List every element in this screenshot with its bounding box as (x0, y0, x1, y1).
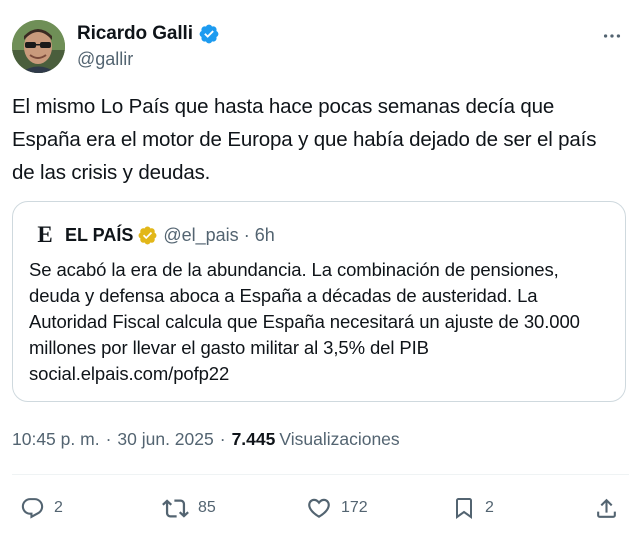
verified-badge-icon (198, 23, 220, 45)
quoted-separator: · (243, 224, 250, 245)
author-names: Ricardo Galli @gallir (77, 20, 220, 70)
quoted-author-name[interactable]: EL PAÍS (65, 225, 133, 246)
avatar[interactable] (12, 20, 65, 73)
quoted-tweet[interactable]: E EL PAÍS @el_pais · 6h Se acabó la era … (12, 201, 626, 402)
views-label: Visualizaciones (279, 428, 400, 449)
el-pais-logo: E (37, 222, 53, 247)
display-name-row: Ricardo Galli (77, 20, 220, 48)
like-count: 172 (341, 499, 368, 516)
verified-organization-badge-icon (137, 225, 158, 246)
tweet: Ricardo Galli @gallir El mismo Lo País q… (0, 0, 641, 547)
reply-icon (21, 497, 44, 519)
tweet-time[interactable]: 10:45 p. m. (12, 429, 100, 450)
quoted-tweet-text: Se acabó la era de la abundancia. La com… (29, 259, 580, 384)
tweet-text: El mismo Lo País que hasta hace pocas se… (12, 95, 597, 184)
views-count: 7.445 (231, 428, 276, 449)
like-button[interactable]: 172 (306, 491, 368, 525)
more-horizontal-icon (603, 34, 621, 38)
meta-separator: · (105, 428, 112, 449)
quoted-tweet-header: E EL PAÍS @el_pais · 6h (35, 222, 275, 247)
tweet-header: Ricardo Galli @gallir (12, 18, 629, 76)
heart-icon (308, 498, 330, 518)
bookmark-icon (456, 498, 472, 519)
tweet-metadata: 10:45 p. m. · 30 jun. 2025 · 7.445 Visua… (12, 426, 400, 452)
bookmark-button[interactable]: 2 (452, 491, 494, 525)
more-options-button[interactable] (597, 24, 627, 48)
divider (12, 474, 629, 475)
author-handle[interactable]: @gallir (77, 49, 220, 70)
share-button[interactable] (594, 491, 619, 525)
reply-count: 2 (54, 499, 63, 516)
share-icon (597, 498, 616, 518)
author-display-name[interactable]: Ricardo Galli (77, 23, 193, 45)
repost-count: 85 (198, 499, 216, 516)
quoted-timestamp[interactable]: 6h (255, 225, 275, 246)
avatar-image (12, 20, 65, 73)
quoted-author-handle[interactable]: @el_pais (163, 225, 238, 246)
action-bar: 2 85 172 2 (12, 491, 629, 525)
repost-button[interactable]: 85 (162, 491, 216, 525)
tweet-date[interactable]: 30 jun. 2025 (117, 429, 213, 450)
reply-button[interactable]: 2 (20, 491, 63, 525)
repost-icon (162, 498, 189, 518)
bookmark-count: 2 (485, 499, 494, 516)
meta-separator-2: · (219, 428, 226, 449)
